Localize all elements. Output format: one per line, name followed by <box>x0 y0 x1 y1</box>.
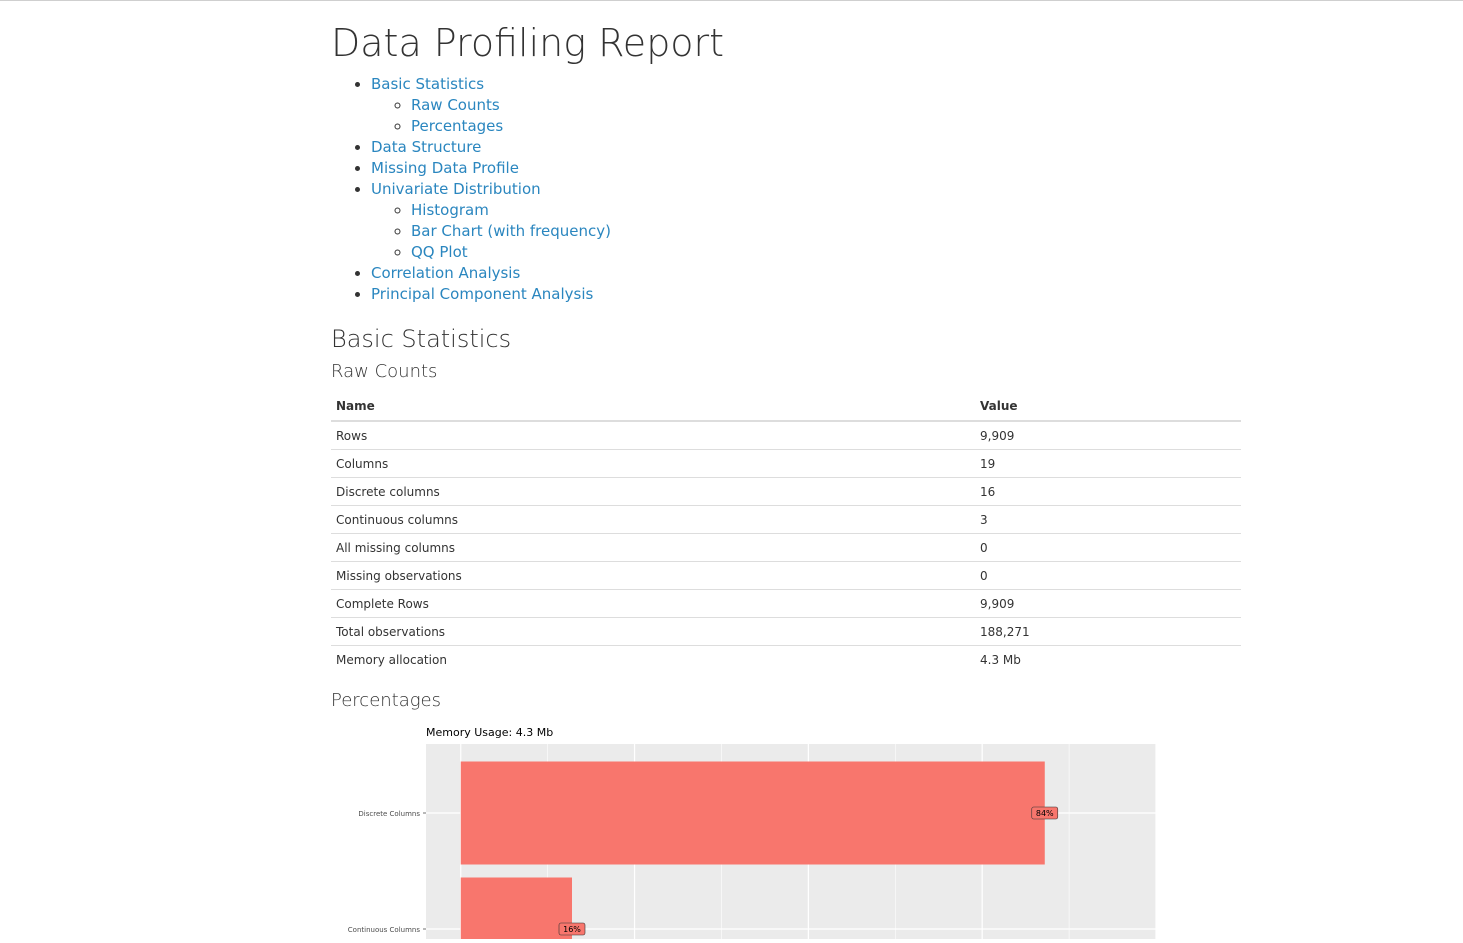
percentages-heading: Percentages <box>331 690 442 711</box>
table-header-row: Name Value <box>331 392 1241 422</box>
page-title: Data Profiling Report <box>331 21 725 65</box>
toc-item: Univariate Distribution Histogram Bar Ch… <box>371 179 611 263</box>
row-name: Missing observations <box>331 561 975 590</box>
toc-link-basic-statistics[interactable]: Basic Statistics <box>371 75 484 93</box>
table-row: Memory allocation 4.3 Mb <box>331 645 1241 673</box>
row-name: Continuous columns <box>331 505 975 534</box>
chart-title: Memory Usage: 4.3 Mb <box>426 726 553 739</box>
toc-item: Principal Component Analysis <box>371 284 611 305</box>
row-name: Memory allocation <box>331 645 975 673</box>
row-name: Total observations <box>331 617 975 646</box>
table-row: Rows 9,909 <box>331 420 1241 450</box>
toc-item: Basic Statistics Raw Counts Percentages <box>371 74 611 137</box>
row-value: 3 <box>975 505 1241 534</box>
toc-link-raw-counts[interactable]: Raw Counts <box>411 96 500 114</box>
basic-statistics-heading: Basic Statistics <box>331 325 512 353</box>
toc-link-univariate-distribution[interactable]: Univariate Distribution <box>371 180 541 198</box>
chart-category-label: Discrete Columns <box>358 810 420 818</box>
raw-counts-table: Name Value Rows 9,909 Columns 19 Discrete … <box>331 392 1241 673</box>
table-row: Discrete columns 16 <box>331 477 1241 506</box>
table-row: Total observations 188,271 <box>331 617 1241 646</box>
toc-link-qq-plot[interactable]: QQ Plot <box>411 243 468 261</box>
memory-usage-chart-svg: Memory Usage: 4.3 Mb Discrete Columns 84%… <box>348 726 1157 943</box>
chart-bar <box>460 877 572 943</box>
table-row: Missing observations 0 <box>331 561 1241 590</box>
row-name: All missing columns <box>331 533 975 562</box>
toc-item: Data Structure <box>371 137 611 158</box>
toc-link-bar-chart[interactable]: Bar Chart (with frequency) <box>411 222 611 240</box>
row-value: 0 <box>975 561 1241 590</box>
toc-link-percentages[interactable]: Percentages <box>411 117 503 135</box>
toc-link-principal-component-analysis[interactable]: Principal Component Analysis <box>371 285 593 303</box>
chart-category-label: Continuous Columns <box>348 926 421 934</box>
toc-subitem: Raw Counts <box>411 95 611 116</box>
chart-data-label: 16% <box>563 925 581 934</box>
toc-subitem: QQ Plot <box>411 242 611 263</box>
table-row: All missing columns 0 <box>331 533 1241 562</box>
row-value: 188,271 <box>975 617 1241 646</box>
toc-subitem: Histogram <box>411 200 611 221</box>
column-header-value: Value <box>975 392 1241 422</box>
row-value: 19 <box>975 449 1241 478</box>
toc-subitem: Bar Chart (with frequency) <box>411 221 611 242</box>
toc-subitem: Percentages <box>411 116 611 137</box>
raw-counts-heading: Raw Counts <box>331 361 438 382</box>
row-name: Discrete columns <box>331 477 975 506</box>
row-name: Rows <box>331 420 975 450</box>
row-value: 0 <box>975 533 1241 562</box>
toc-link-data-structure[interactable]: Data Structure <box>371 138 481 156</box>
row-value: 4.3 Mb <box>975 645 1241 673</box>
table-of-contents: Basic Statistics Raw Counts Percentages … <box>331 74 611 305</box>
top-border <box>0 0 1463 1</box>
row-value: 9,909 <box>975 589 1241 618</box>
toc-link-histogram[interactable]: Histogram <box>411 201 489 219</box>
chart-data-label: 84% <box>1036 809 1054 818</box>
toc-item: Correlation Analysis <box>371 263 611 284</box>
column-header-name: Name <box>331 392 975 422</box>
toc-link-correlation-analysis[interactable]: Correlation Analysis <box>371 264 520 282</box>
row-name: Columns <box>331 449 975 478</box>
toc-link-missing-data-profile[interactable]: Missing Data Profile <box>371 159 519 177</box>
table-row: Complete Rows 9,909 <box>331 589 1241 618</box>
toc-item: Missing Data Profile <box>371 158 611 179</box>
row-name: Complete Rows <box>331 589 975 618</box>
memory-usage-chart: Memory Usage: 4.3 Mb Discrete Columns 84%… <box>331 720 1161 943</box>
row-value: 16 <box>975 477 1241 506</box>
table-row: Continuous columns 3 <box>331 505 1241 534</box>
chart-bar <box>460 761 1045 865</box>
table-row: Columns 19 <box>331 449 1241 478</box>
row-value: 9,909 <box>975 420 1241 450</box>
